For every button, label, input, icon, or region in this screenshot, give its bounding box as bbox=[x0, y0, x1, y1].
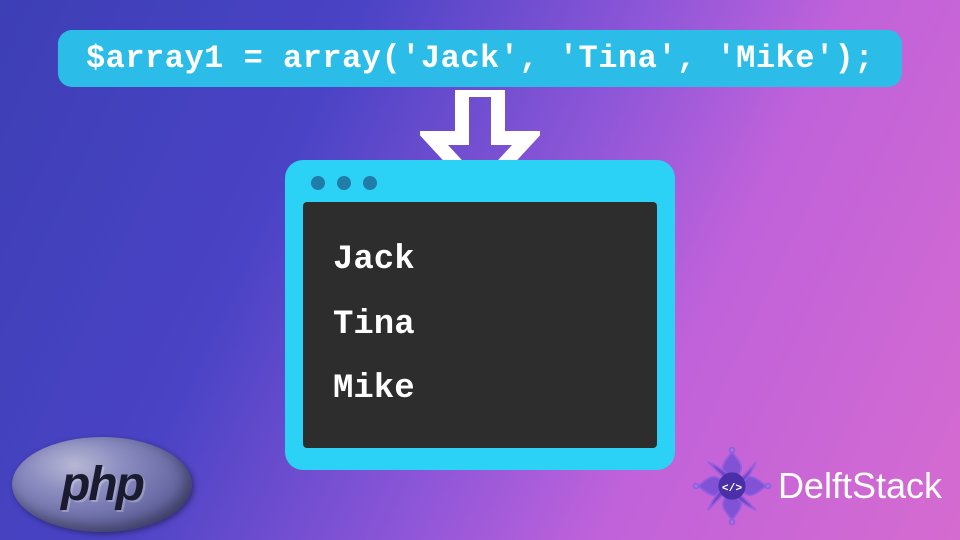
php-logo: php bbox=[12, 437, 192, 532]
console-output: Jack Tina Mike bbox=[303, 202, 657, 448]
delftstack-label: DelftStack bbox=[778, 465, 942, 507]
output-line: Jack bbox=[333, 228, 627, 293]
window-dot-icon bbox=[311, 176, 325, 190]
code-glyph-icon: </> bbox=[722, 483, 742, 495]
window-dot-icon bbox=[363, 176, 377, 190]
window-dot-icon bbox=[337, 176, 351, 190]
delftstack-logo: </> DelftStack bbox=[692, 446, 942, 526]
php-ellipse-icon: php bbox=[12, 437, 192, 532]
output-line: Tina bbox=[333, 293, 627, 358]
console-window: Jack Tina Mike bbox=[285, 160, 675, 470]
code-banner: $array1 = array('Jack', 'Tina', 'Mike'); bbox=[58, 30, 902, 87]
output-line: Mike bbox=[333, 357, 627, 422]
mandala-icon: </> bbox=[692, 446, 772, 526]
php-logo-text: php bbox=[61, 457, 143, 512]
console-titlebar bbox=[303, 174, 657, 202]
